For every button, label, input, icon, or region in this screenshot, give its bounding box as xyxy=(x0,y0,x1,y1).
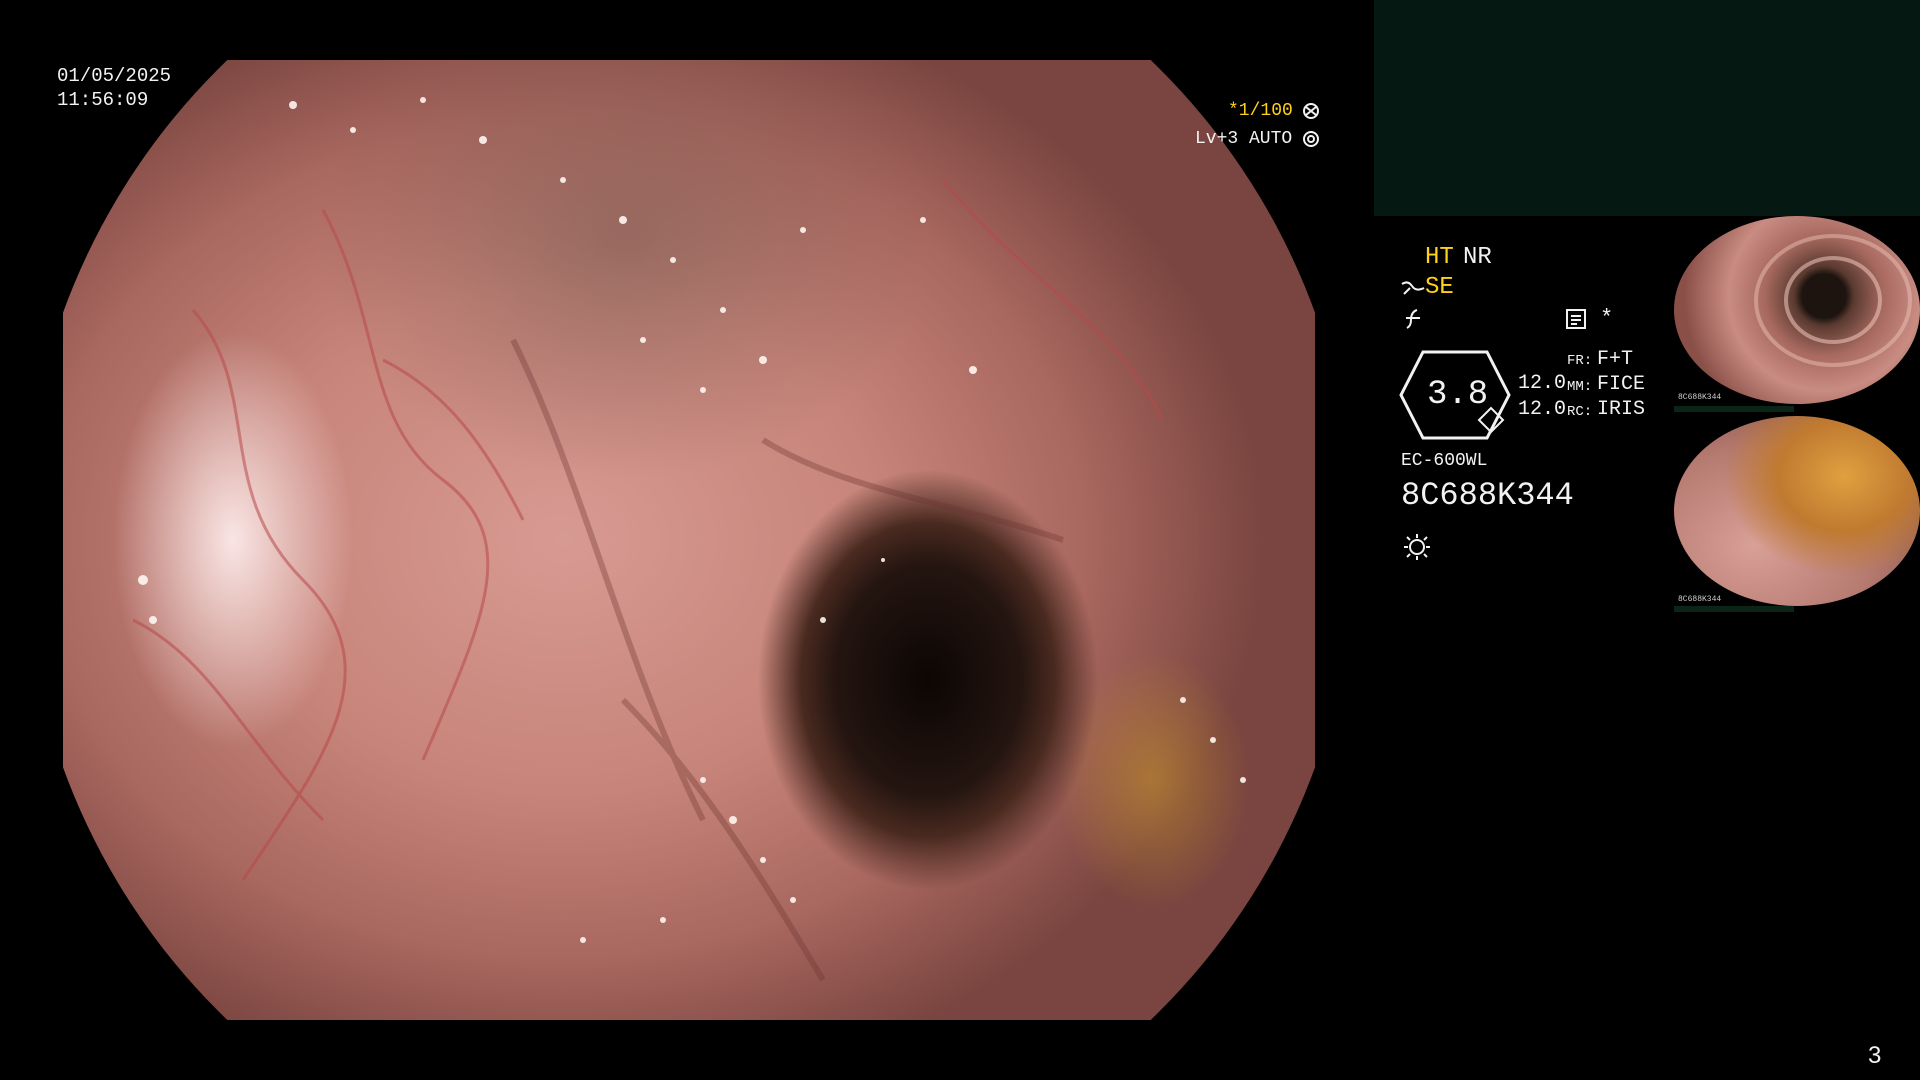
thumbnail-1-serial: 8C688K344 xyxy=(1678,393,1722,402)
fiber-icon xyxy=(1400,278,1426,303)
se-label: SE xyxy=(1425,274,1454,301)
fr-value: 12.0 xyxy=(1518,372,1567,395)
thumbnail-divider xyxy=(1674,606,1794,612)
brightness-icon xyxy=(1402,532,1432,567)
thumbnail-ring xyxy=(1784,256,1882,344)
thumbnail-1[interactable] xyxy=(1674,216,1920,404)
rc-key: RC: xyxy=(1567,404,1593,420)
iris-value: 3.8 xyxy=(1427,376,1489,414)
flash-off-icon xyxy=(1403,308,1423,335)
scope-model: EC-600WL xyxy=(1401,451,1488,471)
preview-panel xyxy=(1374,0,1920,216)
mm-key: MM: xyxy=(1567,379,1593,395)
serial-number: 8C688K344 xyxy=(1401,477,1574,514)
thumbnail-2[interactable] xyxy=(1674,416,1920,606)
nr-label: NR xyxy=(1463,244,1492,271)
date-label: 01/05/2025 xyxy=(57,65,172,87)
asterisk-label: * xyxy=(1600,306,1614,331)
page-number: 3 xyxy=(1868,1042,1882,1069)
mm-mode: FICE xyxy=(1597,373,1646,396)
rc-mode: IRIS xyxy=(1597,398,1646,421)
target-icon xyxy=(1302,130,1320,153)
fr-key: FR: xyxy=(1567,353,1593,369)
aperture-icon xyxy=(1302,102,1320,125)
ht-label: HT xyxy=(1425,244,1454,271)
thumbnail-2-serial: 8C688K344 xyxy=(1678,595,1722,604)
endoscope-view xyxy=(63,60,1315,1020)
shutter-label: *1/100 xyxy=(1228,101,1293,121)
mucosa-texture xyxy=(132,97,1246,982)
time-label: 11:56:09 xyxy=(57,89,149,111)
memo-icon xyxy=(1565,308,1587,335)
thumbnail-divider xyxy=(1674,406,1794,412)
light-level-label: Lv+3 AUTO xyxy=(1195,129,1293,149)
fr-mode: F+T xyxy=(1597,348,1634,371)
mm-value: 12.0 xyxy=(1518,398,1567,421)
